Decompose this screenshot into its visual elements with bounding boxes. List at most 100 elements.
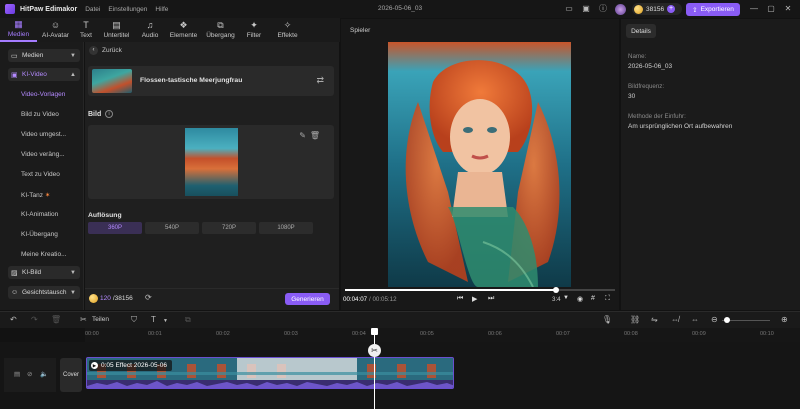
feedback-icon[interactable]: ▭ bbox=[564, 4, 574, 14]
time-ruler[interactable]: 00:00 00:01 00:02 00:03 00:04 00:05 00:0… bbox=[85, 328, 800, 342]
crop-icon[interactable]: # bbox=[591, 295, 595, 302]
ruler-tick: 00:04 bbox=[352, 331, 366, 337]
close-icon[interactable]: ✕ bbox=[782, 3, 794, 15]
face-swap-icon: ☺ bbox=[11, 289, 19, 296]
zoom-handle[interactable] bbox=[724, 317, 730, 323]
tab-elemente[interactable]: ❖ Elemente bbox=[165, 18, 202, 42]
trash-icon[interactable]: 🗑 bbox=[310, 131, 320, 140]
swap-icon[interactable]: ⇄ bbox=[316, 75, 324, 86]
progress-handle[interactable] bbox=[552, 287, 559, 293]
generate-button[interactable]: Generieren bbox=[285, 293, 330, 305]
template-card[interactable]: Flossen-tastische Meerjungfrau ⇄ bbox=[88, 66, 334, 96]
image-upload-box[interactable]: ✎ 🗑 bbox=[88, 125, 334, 199]
tab-uebergang[interactable]: ⧉ Übergang bbox=[202, 18, 239, 42]
total-time: / 00:05:12 bbox=[369, 296, 397, 303]
nav-ki-uebergang[interactable]: KI-Übergang bbox=[21, 231, 58, 238]
main-toolbar: ▦ Medien ☺ AI-Avatar T Text ▤ Untertitel ♫ Au… bbox=[0, 18, 340, 42]
playhead[interactable] bbox=[374, 330, 375, 409]
tab-audio[interactable]: ♫ Audio bbox=[135, 18, 165, 42]
prev-frame-icon[interactable]: ⏮ bbox=[457, 295, 463, 303]
template-title: Flossen-tastische Meerjungfrau bbox=[140, 77, 243, 84]
add-credits-icon[interactable]: + bbox=[667, 5, 676, 13]
delete-icon[interactable]: 🗑 bbox=[51, 315, 61, 324]
snapshot-icon[interactable]: ◉ bbox=[577, 295, 583, 303]
nav-text-zu-video[interactable]: Text zu Video bbox=[21, 171, 60, 178]
ruler-tick: 00:01 bbox=[148, 331, 162, 337]
redo-icon[interactable]: ↷ bbox=[31, 315, 38, 324]
menu-hilfe[interactable]: Hilfe bbox=[155, 6, 168, 13]
nav-ki-bild[interactable]: ▨ KI-Bild ▼ bbox=[8, 266, 80, 279]
resolution-360p[interactable]: 360P bbox=[88, 222, 142, 234]
fullscreen-icon[interactable]: ⛶ bbox=[605, 295, 610, 303]
chevron-left-icon: ‹ bbox=[89, 46, 98, 55]
nav-video-verlaengern[interactable]: Video veräng... bbox=[21, 151, 65, 158]
play-icon[interactable]: ▶ bbox=[472, 295, 477, 303]
info-icon[interactable]: i bbox=[105, 110, 113, 118]
toggle-icon[interactable]: ⇋ bbox=[651, 315, 658, 324]
coin-icon bbox=[89, 294, 98, 303]
tab-untertitel[interactable]: ▤ Untertitel bbox=[98, 18, 135, 42]
crop-tool-icon[interactable]: ⧉ bbox=[185, 315, 191, 325]
effects-icon: ✧ bbox=[283, 20, 292, 30]
tab-label: AI-Avatar bbox=[42, 32, 69, 39]
zoom-in-icon[interactable]: ⊕ bbox=[781, 315, 788, 324]
nav-ki-animation[interactable]: KI-Animation bbox=[21, 211, 58, 218]
gift-icon[interactable]: ▣ bbox=[581, 4, 591, 14]
microphone-icon[interactable]: 🎙 bbox=[602, 315, 612, 324]
lock-icon[interactable]: ⊘ bbox=[27, 370, 32, 378]
app-logo bbox=[5, 4, 15, 14]
tab-details[interactable]: Details bbox=[626, 24, 656, 38]
nav-medien[interactable]: ▭ Medien ▼ bbox=[8, 49, 80, 62]
menu-datei[interactable]: Datei bbox=[85, 6, 100, 13]
resolution-1080p[interactable]: 1080P bbox=[259, 222, 313, 234]
resolution-720p[interactable]: 720P bbox=[202, 222, 256, 234]
cover-button[interactable]: Cover bbox=[60, 358, 82, 392]
scissor-icon[interactable]: ✂ bbox=[368, 344, 381, 357]
link-icon[interactable]: ⛓ bbox=[630, 315, 640, 324]
nav-ki-video[interactable]: ▣ KI-Video ▲ bbox=[8, 68, 80, 81]
nav-gesichtstausch[interactable]: ☺ Gesichtstausch ▼ bbox=[8, 286, 80, 299]
zoom-out-icon[interactable]: ⊖ bbox=[711, 315, 718, 324]
next-frame-icon[interactable]: ⏭ bbox=[488, 295, 494, 303]
resolution-label: Auflösung bbox=[88, 212, 122, 219]
refresh-icon[interactable]: ⟳ bbox=[145, 293, 152, 302]
nav-video-umgestalten[interactable]: Video umgest... bbox=[21, 131, 66, 138]
video-clip[interactable]: ▶ 0:05 Effect 2026-05-06 bbox=[86, 357, 454, 389]
nav-meine-kreationen[interactable]: Meine Kreatio... bbox=[21, 251, 67, 258]
tab-text[interactable]: T Text bbox=[74, 18, 98, 42]
nav-video-vorlagen[interactable]: Video-Vorlagen bbox=[21, 91, 65, 98]
volume-icon[interactable]: 🔈 bbox=[40, 370, 48, 378]
notification-icon[interactable]: ⓘ bbox=[598, 4, 608, 14]
nav-label: Gesichtstausch bbox=[22, 289, 67, 296]
nav-ki-tanz[interactable]: KI-Tanz ✶ bbox=[21, 191, 50, 199]
aspect-ratio[interactable]: 3:4 bbox=[552, 296, 561, 303]
chevron-down-icon[interactable]: ▼ bbox=[163, 318, 168, 324]
chevron-down-icon[interactable]: ▼ bbox=[563, 295, 569, 301]
undo-icon[interactable]: ↶ bbox=[10, 315, 17, 324]
resolution-540p[interactable]: 540P bbox=[145, 222, 199, 234]
export-button[interactable]: ⇪ Exportieren bbox=[686, 3, 740, 16]
back-button[interactable]: ‹ Zurück bbox=[89, 46, 122, 55]
template-panel: ‹ Zurück Flossen-tastische Meerjungfrau ⇄… bbox=[85, 42, 339, 310]
shield-icon[interactable]: ⛉ bbox=[131, 315, 137, 325]
fit-icon[interactable]: ⇔ bbox=[691, 315, 699, 324]
credits-badge[interactable]: 38156 + bbox=[632, 3, 682, 15]
minimize-icon[interactable]: — bbox=[748, 3, 760, 15]
user-avatar[interactable] bbox=[615, 4, 626, 15]
snap-icon[interactable]: ⇎ bbox=[671, 315, 679, 324]
menu-einstellungen[interactable]: Einstellungen bbox=[108, 6, 147, 13]
details-panel: Details Name: 2026-05-06_03 Bildfrequenz… bbox=[621, 19, 800, 310]
tab-medien[interactable]: ▦ Medien bbox=[0, 18, 37, 42]
tab-effekte[interactable]: ✧ Effekte bbox=[269, 18, 306, 42]
text-tool-icon[interactable]: T bbox=[151, 315, 156, 324]
ruler-tick: 00:08 bbox=[624, 331, 638, 337]
playback-progress[interactable] bbox=[345, 287, 615, 293]
maximize-icon[interactable]: ▢ bbox=[765, 3, 777, 15]
tab-ai-avatar[interactable]: ☺ AI-Avatar bbox=[37, 18, 74, 42]
split-icon[interactable]: ✂ bbox=[80, 315, 87, 324]
edit-icon[interactable]: ✎ bbox=[299, 131, 306, 140]
tab-filter[interactable]: ✦ Filter bbox=[239, 18, 269, 42]
video-preview[interactable] bbox=[388, 42, 571, 287]
split-button[interactable]: Teilen bbox=[92, 316, 109, 323]
nav-bild-zu-video[interactable]: Bild zu Video bbox=[21, 111, 59, 118]
